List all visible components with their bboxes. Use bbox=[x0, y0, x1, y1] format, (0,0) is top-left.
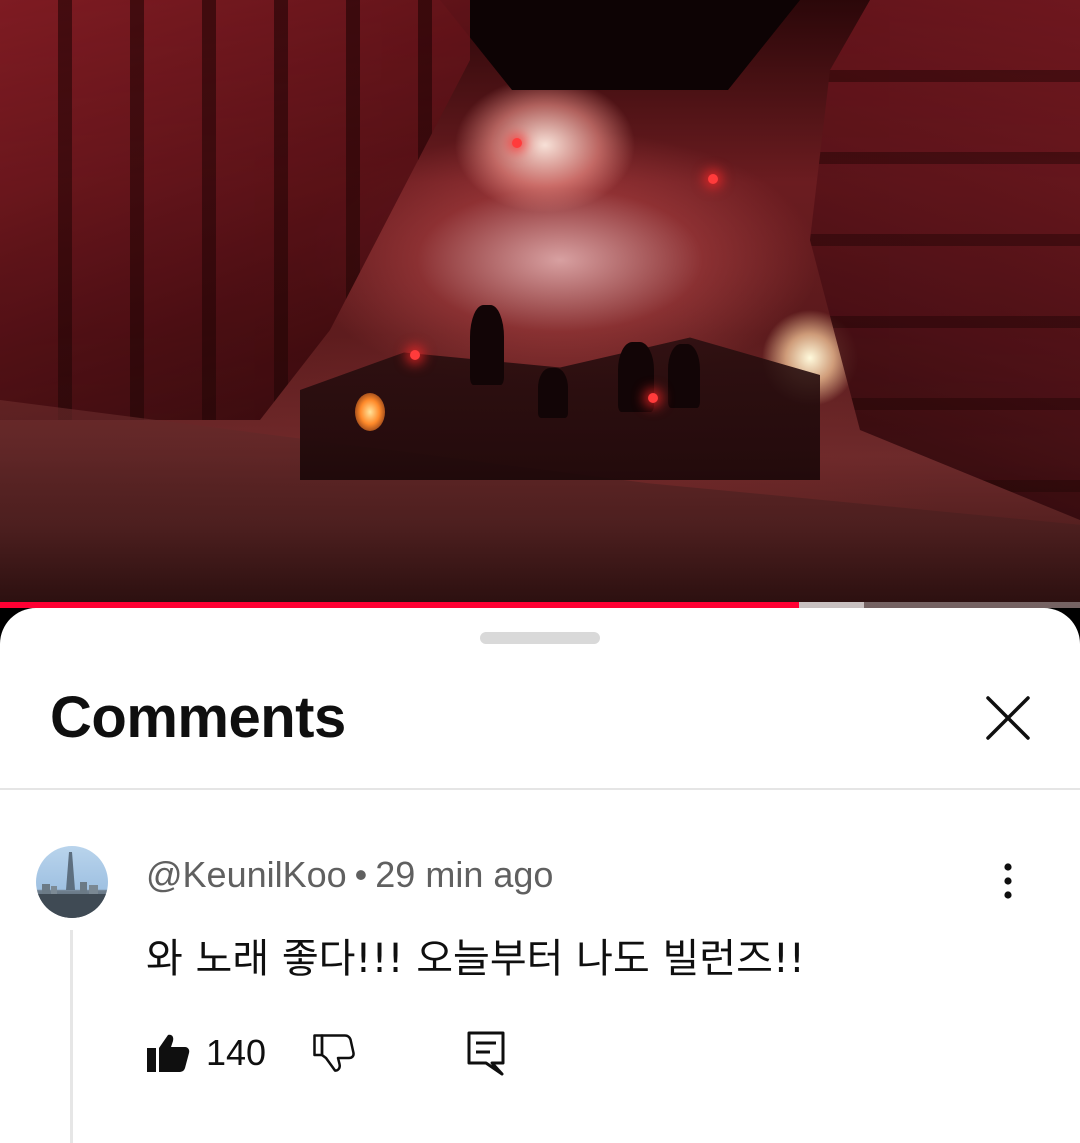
meta-separator: • bbox=[354, 854, 368, 895]
reply-icon bbox=[467, 1031, 505, 1076]
comment-text: 와 노래 좋다!!! 오늘부터 나도 빌런즈!! bbox=[146, 936, 805, 982]
drag-handle[interactable] bbox=[480, 632, 600, 644]
band-member bbox=[470, 305, 504, 385]
video-player[interactable] bbox=[0, 0, 1080, 608]
stage-red-light bbox=[708, 174, 718, 184]
band-member bbox=[538, 368, 568, 418]
close-button[interactable] bbox=[980, 690, 1036, 746]
stage-red-light bbox=[410, 350, 420, 360]
thread-line bbox=[70, 930, 73, 1143]
avatar[interactable] bbox=[36, 846, 108, 918]
dislike-button[interactable] bbox=[312, 1033, 356, 1073]
comment-author[interactable]: @KeunilKoo bbox=[146, 854, 347, 895]
more-vert-icon bbox=[1004, 863, 1012, 899]
comment-actions: 140 bbox=[146, 1028, 506, 1078]
close-icon bbox=[986, 696, 1030, 740]
more-options-button[interactable] bbox=[990, 861, 1026, 901]
stage-red-light bbox=[648, 393, 658, 403]
thumb-down-icon bbox=[313, 1034, 355, 1072]
comment-time: 29 min ago bbox=[375, 854, 554, 895]
reply-button[interactable] bbox=[466, 1030, 506, 1076]
sheet-title: Comments bbox=[50, 685, 346, 750]
band-member bbox=[668, 344, 700, 408]
like-count: 140 bbox=[206, 1032, 267, 1073]
comments-sheet: Comments @KeunilKoo • 29 min ago 와 노래 좋다!!… bbox=[0, 608, 1080, 1143]
thumb-up-icon bbox=[147, 1034, 190, 1072]
stage-red-light bbox=[512, 138, 522, 148]
divider bbox=[0, 788, 1080, 790]
comment-meta: @KeunilKoo • 29 min ago bbox=[146, 854, 553, 896]
video-sky bbox=[440, 0, 800, 90]
like-button[interactable]: 140 bbox=[146, 1032, 266, 1074]
skyline-avatar-image bbox=[36, 852, 108, 918]
stage-fire bbox=[355, 393, 385, 431]
